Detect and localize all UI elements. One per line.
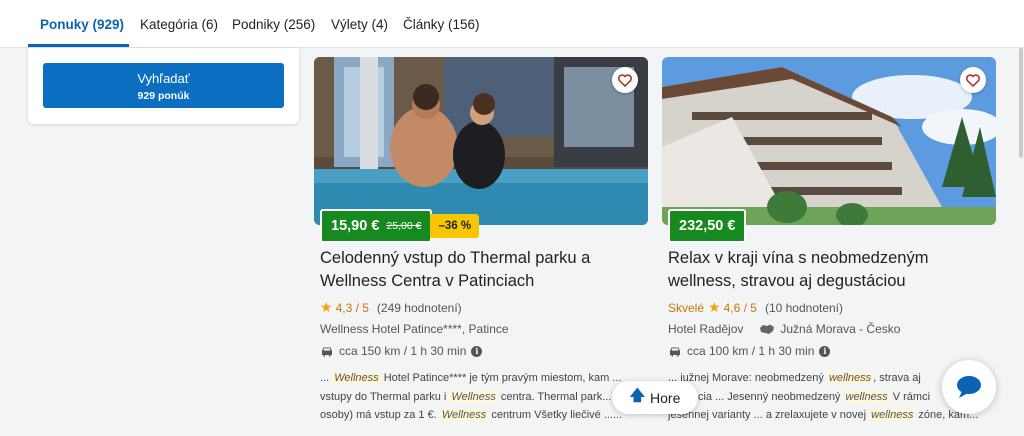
price-row: 15,90 € 25,00 € –36 % (320, 209, 480, 243)
highlight: wellness (826, 372, 874, 384)
offer-title[interactable]: Relax v kraji vína s neobmedzeným wellne… (668, 247, 998, 293)
tab-clanky[interactable]: Články (156) (403, 17, 480, 32)
active-tab-indicator (28, 44, 129, 47)
price-row: 232,50 € (668, 209, 747, 243)
scrollbar[interactable] (1019, 48, 1023, 158)
venue-name[interactable]: Hotel Radějov (668, 322, 743, 336)
arrow-up-icon: 🡅 (629, 387, 646, 404)
favorite-button[interactable] (960, 67, 986, 93)
region-name[interactable]: Južná Morava - Česko (780, 322, 900, 336)
highlight: Wellness (449, 390, 498, 403)
tab-kategoria[interactable]: Kategória (6) (140, 17, 218, 32)
offer-snippet: ... Wellness Hotel Patince**** je tým pr… (320, 369, 640, 425)
back-to-top-button[interactable]: 🡅 Hore (612, 381, 698, 414)
price-badge: 232,50 € (668, 209, 747, 243)
car-icon (670, 347, 680, 356)
distance-text: cca 150 km / 1 h 30 min (339, 344, 467, 358)
hotel-building-photo (662, 57, 996, 225)
chat-button[interactable] (942, 360, 996, 414)
highlight: Wellness (439, 409, 489, 421)
distance-text: cca 100 km / 1 h 30 min (687, 344, 815, 358)
offer-image-thermal-pool[interactable] (314, 57, 648, 225)
snippet-line: vstupy do Thermal parku i Wellness centr… (320, 390, 612, 403)
snippet-line: ...ustácia ... Jesenný neobmedzený welln… (668, 390, 931, 403)
tab-podniky[interactable]: Podniky (256) (232, 17, 315, 32)
car-icon (322, 347, 332, 356)
old-price: 25,00 € (386, 220, 422, 232)
current-price: 232,50 € (679, 218, 736, 234)
heart-icon (618, 73, 632, 87)
price-badge: 15,90 € 25,00 € (320, 209, 433, 243)
offer-card-hotel-radejov[interactable]: 232,50 € Relax v kraji vína s neobmedzen… (662, 57, 996, 421)
rating-count: (249 hodnotení) (376, 300, 462, 315)
highlight: Wellness (332, 372, 381, 384)
snippet-line: osoby) má vstup za 1 €. Wellness centrum… (320, 409, 623, 421)
current-price: 15,90 € (331, 218, 380, 234)
search-result-count: 929 ponúk (137, 90, 190, 102)
back-to-top-label: Hore (650, 389, 681, 406)
distance-row: cca 100 km / 1 h 30 min i (668, 344, 831, 358)
rating-score: 4,3 / 5 (335, 300, 369, 315)
filter-panel: Vyhľadať 929 ponúk (28, 48, 299, 124)
info-icon[interactable]: i (471, 345, 483, 357)
venue-row: Hotel Radějov Južná Morava - Česko (668, 322, 900, 336)
highlight: wellness (869, 409, 916, 421)
offer-card-thermal-park[interactable]: 15,90 € 25,00 € –36 % Celodenný vstup do… (314, 57, 648, 421)
rating-row: Skvelé ★ 4,6 / 5 (10 hodnotení) (668, 299, 843, 316)
rating-score: 4,6 / 5 (723, 300, 757, 315)
favorite-button[interactable] (612, 67, 638, 93)
search-button[interactable]: Vyhľadať 929 ponúk (43, 63, 284, 108)
heart-icon (966, 73, 980, 87)
search-button-label: Vyhľadať (137, 71, 190, 86)
rating-count: (10 hodnotení) (764, 300, 844, 315)
results-tabs: Ponuky (929) Kategória (6) Podniky (256)… (0, 0, 1024, 48)
tab-ponuky[interactable]: Ponuky (929) (40, 17, 124, 32)
chat-icon (957, 376, 981, 398)
star-icon: ★ (708, 299, 721, 315)
map-region-icon (760, 324, 775, 334)
venue-name[interactable]: Wellness Hotel Patince****, Patince (320, 322, 509, 336)
highlight: wellness (843, 390, 890, 403)
snippet-line: jesennej varianty ... a zrelaxujete v no… (668, 409, 979, 421)
rating-row: ★ 4,3 / 5 (249 hodnotení) (320, 299, 462, 316)
snippet-line: ... južnej Morave: neobmedzený wellness,… (668, 372, 921, 384)
tab-vylety[interactable]: Výlety (4) (331, 17, 388, 32)
offer-snippet: ... južnej Morave: neobmedzený wellness,… (668, 369, 988, 425)
info-icon[interactable]: i (819, 345, 831, 357)
offer-image-hotel[interactable] (662, 57, 996, 225)
snippet-line: ... Wellness Hotel Patince**** je tým pr… (320, 372, 622, 384)
thermal-pool-photo (314, 57, 648, 225)
star-icon: ★ (320, 299, 333, 315)
discount-badge: –36 % (430, 214, 480, 238)
offer-title[interactable]: Celodenný vstup do Thermal parku a Welln… (320, 247, 650, 293)
rating-quality: Skvelé (668, 300, 705, 315)
distance-row: cca 150 km / 1 h 30 min i (320, 344, 483, 358)
venue-row: Wellness Hotel Patince****, Patince (320, 322, 509, 336)
